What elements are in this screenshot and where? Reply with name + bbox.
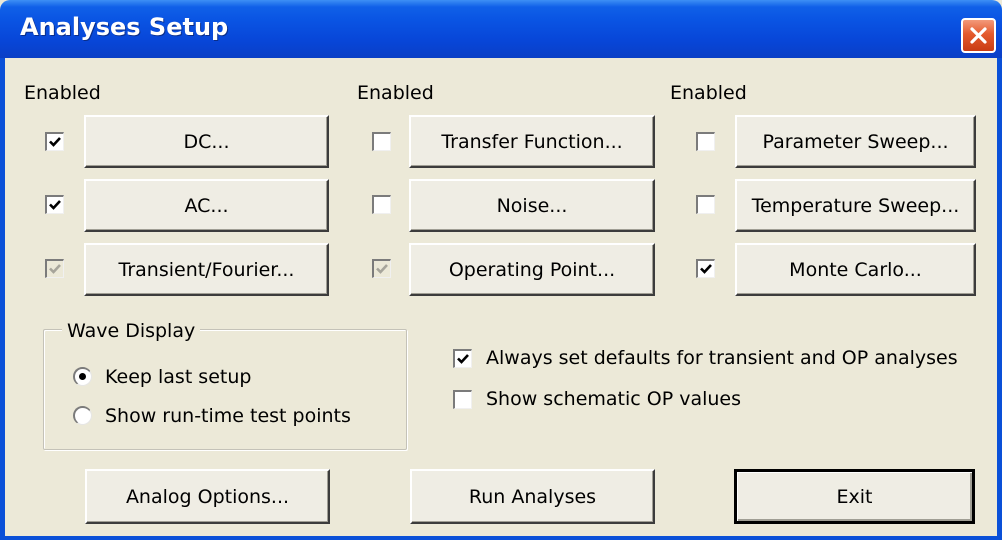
checkmark-icon — [700, 264, 712, 274]
keep-last-setup-radio[interactable] — [73, 367, 92, 386]
window-title: Analyses Setup — [20, 13, 229, 41]
show-schematic-op-values-checkbox[interactable] — [453, 390, 472, 409]
checkmark-icon — [49, 200, 61, 210]
exit-button[interactable]: Exit — [734, 469, 975, 524]
checkmark-icon — [376, 264, 388, 274]
dc-enabled-checkbox[interactable] — [45, 132, 64, 151]
analog-options-button[interactable]: Analog Options... — [85, 469, 330, 524]
run-analyses-button[interactable]: Run Analyses — [410, 469, 655, 524]
temperature-sweep-enabled-checkbox[interactable] — [696, 195, 715, 214]
transfer-function-button[interactable]: Transfer Function... — [409, 115, 655, 168]
analyses-setup-dialog: Analyses Setup Enabled Enabled Enabled D… — [0, 0, 1002, 540]
keep-last-setup-label[interactable]: Keep last setup — [105, 366, 251, 388]
radio-selected-dot — [79, 373, 86, 380]
show-runtime-test-points-radio[interactable] — [73, 406, 92, 425]
enabled-header-1: Enabled — [24, 82, 101, 104]
temperature-sweep-button[interactable]: Temperature Sweep... — [735, 179, 976, 232]
transfer-function-enabled-checkbox[interactable] — [372, 132, 391, 151]
wave-display-group — [43, 329, 407, 450]
monte-carlo-button[interactable]: Monte Carlo... — [735, 243, 976, 296]
monte-carlo-enabled-checkbox[interactable] — [696, 259, 715, 278]
always-set-defaults-label[interactable]: Always set defaults for transient and OP… — [486, 347, 958, 369]
checkmark-icon — [49, 137, 61, 147]
always-set-defaults-checkbox[interactable] — [453, 349, 472, 368]
enabled-header-2: Enabled — [357, 82, 434, 104]
ac-enabled-checkbox[interactable] — [45, 195, 64, 214]
title-bar[interactable]: Analyses Setup — [0, 0, 1002, 58]
noise-button[interactable]: Noise... — [409, 179, 655, 232]
window-frame-bottom — [0, 536, 1002, 540]
window-frame-right — [997, 58, 1002, 540]
transient-fourier-button[interactable]: Transient/Fourier... — [84, 243, 329, 296]
wave-display-title: Wave Display — [62, 320, 201, 342]
window-frame-left — [0, 58, 5, 540]
operating-point-enabled-checkbox — [372, 259, 391, 278]
checkmark-icon — [457, 354, 469, 364]
show-runtime-test-points-label[interactable]: Show run-time test points — [105, 405, 351, 427]
transient-enabled-checkbox — [45, 259, 64, 278]
show-schematic-op-values-label[interactable]: Show schematic OP values — [486, 388, 741, 410]
enabled-header-3: Enabled — [670, 82, 747, 104]
close-icon — [970, 27, 987, 44]
parameter-sweep-enabled-checkbox[interactable] — [696, 132, 715, 151]
dc-button[interactable]: DC... — [84, 115, 329, 168]
parameter-sweep-button[interactable]: Parameter Sweep... — [735, 115, 976, 168]
operating-point-button[interactable]: Operating Point... — [409, 243, 655, 296]
checkmark-icon — [49, 264, 61, 274]
noise-enabled-checkbox[interactable] — [372, 195, 391, 214]
close-button[interactable] — [961, 18, 996, 53]
ac-button[interactable]: AC... — [84, 179, 329, 232]
